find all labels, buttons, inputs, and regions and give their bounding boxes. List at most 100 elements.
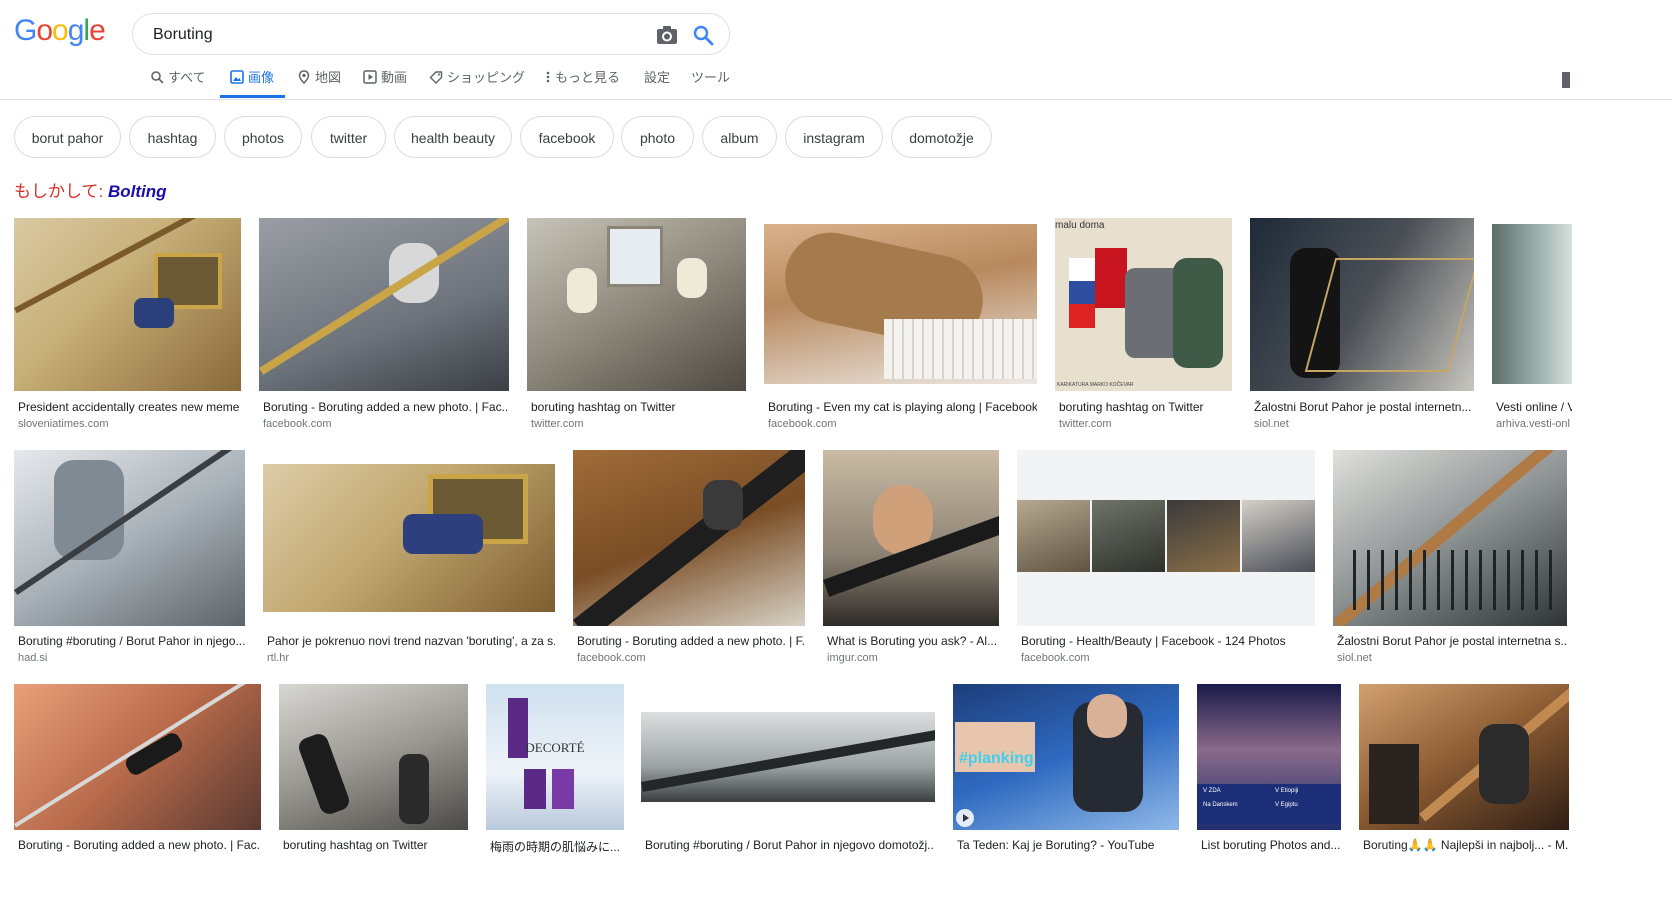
chip[interactable]: photo: [621, 116, 694, 158]
result-source: facebook.com: [768, 418, 837, 430]
tab-shopping[interactable]: ショッピング: [429, 64, 525, 98]
logo-letter: o: [52, 14, 69, 47]
apps-icon[interactable]: [1562, 72, 1570, 88]
play-icon[interactable]: [956, 809, 974, 827]
result-thumbnail: #planking: [953, 684, 1179, 830]
chip[interactable]: facebook: [520, 116, 614, 158]
result-thumbnail: [279, 684, 468, 830]
image-result[interactable]: President accidentally creates new meme …: [14, 218, 241, 433]
image-result[interactable]: boruting hashtag on Twitter twitter.com: [527, 218, 746, 433]
search-box: [132, 13, 730, 55]
tab-label: 動画: [381, 70, 408, 85]
tab-label: ツール: [691, 70, 731, 85]
result-title: Pahor je pokrenuo novi trend nazvan 'bor…: [267, 634, 555, 648]
google-logo[interactable]: Google: [14, 14, 106, 48]
image-result[interactable]: Boruting - Health/Beauty | Facebook - 12…: [1017, 450, 1315, 668]
result-thumbnail: [1333, 450, 1567, 626]
result-thumbnail: [573, 450, 805, 626]
result-title: Vesti online / V: [1496, 400, 1572, 414]
image-result[interactable]: Boruting #boruting / Borut Pahor in njeg…: [641, 684, 935, 860]
result-title: 梅雨の時期の肌悩みに...: [490, 840, 621, 854]
result-source: arhiva.vesti-onl: [1496, 418, 1570, 430]
chip[interactable]: health beauty: [394, 116, 512, 158]
image-result[interactable]: Žalostni Borut Pahor je postal internetn…: [1333, 450, 1567, 668]
search-input[interactable]: [151, 23, 635, 47]
more-vert-icon: [546, 71, 550, 83]
result-thumbnail: V ZDA V Etiopiji Na Danskem V Egiptu: [1197, 684, 1341, 830]
chip[interactable]: twitter: [311, 116, 386, 158]
tab-label: すべて: [168, 70, 206, 85]
chip[interactable]: borut pahor: [14, 116, 121, 158]
result-thumbnail: [259, 218, 509, 391]
chip[interactable]: album: [702, 116, 777, 158]
tv-line: V Etiopiji: [1275, 788, 1299, 794]
image-result[interactable]: #planking Ta Teden: Kaj je Boruting? - Y…: [953, 684, 1179, 860]
result-title: boruting hashtag on Twitter: [283, 838, 428, 852]
tv-line: Na Danskem: [1203, 802, 1238, 808]
logo-letter: o: [36, 14, 53, 47]
tv-hashtag: #planking: [959, 750, 1034, 767]
tab-tools[interactable]: ツール: [691, 64, 730, 98]
result-thumbnail: [263, 464, 555, 612]
image-result[interactable]: Boruting - Boruting added a new photo. |…: [14, 684, 261, 860]
tab-settings[interactable]: 設定: [644, 64, 670, 98]
result-title: President accidentally creates new meme: [18, 400, 240, 414]
image-result[interactable]: malu doma KARIKATURA MARKO KOČEVAR borut…: [1055, 218, 1232, 433]
result-thumbnail: [764, 224, 1037, 384]
tab-maps[interactable]: 地図: [297, 64, 341, 98]
image-result[interactable]: Žalostni Borut Pahor je postal internetn…: [1250, 218, 1474, 433]
chip[interactable]: instagram: [785, 116, 883, 158]
image-result[interactable]: V ZDA V Etiopiji Na Danskem V Egiptu Lis…: [1197, 684, 1341, 860]
result-title: What is Boruting you ask? - Al...: [827, 634, 998, 648]
logo-letter: g: [67, 14, 85, 47]
map-pin-icon: [298, 70, 310, 84]
result-thumbnail: DECORTÉ: [486, 684, 624, 830]
result-thumbnail: [527, 218, 746, 391]
image-icon: [230, 70, 244, 84]
image-result[interactable]: Boruting🙏🙏 Najlepši in najbolj... - M...: [1359, 684, 1569, 860]
tab-label: ショッピング: [447, 70, 526, 85]
image-result[interactable]: Boruting - Boruting added a new photo. |…: [259, 218, 509, 433]
image-result[interactable]: What is Boruting you ask? - Al... imgur.…: [823, 450, 999, 668]
image-result[interactable]: Boruting - Boruting added a new photo. |…: [573, 450, 805, 668]
image-result[interactable]: boruting hashtag on Twitter: [279, 684, 468, 860]
tab-label: 設定: [644, 70, 671, 85]
result-source: imgur.com: [827, 652, 878, 664]
result-title: Boruting - Boruting added a new photo. |…: [18, 838, 261, 852]
result-title: Boruting - Health/Beauty | Facebook - 12…: [1021, 634, 1286, 648]
result-thumbnail: [1250, 218, 1474, 391]
image-result[interactable]: Boruting - Even my cat is playing along …: [764, 218, 1037, 433]
result-source: siol.net: [1337, 652, 1372, 664]
tv-line: V Egiptu: [1275, 802, 1298, 808]
search-icon[interactable]: [691, 23, 715, 47]
image-result[interactable]: Boruting #boruting / Borut Pahor in njeg…: [14, 450, 245, 668]
tab-images[interactable]: 画像: [220, 64, 285, 98]
result-title: boruting hashtag on Twitter: [1059, 400, 1204, 414]
result-title: List boruting Photos and...: [1201, 838, 1341, 852]
did-you-mean-link[interactable]: Bolting: [108, 182, 167, 201]
result-thumbnail: [641, 712, 935, 802]
did-you-mean-prefix: もしかして:: [14, 182, 104, 201]
tab-more[interactable]: もっと見る: [545, 64, 620, 98]
chip[interactable]: hashtag: [129, 116, 216, 158]
result-thumbnail: [1017, 450, 1315, 626]
tab-videos[interactable]: 動画: [363, 64, 407, 98]
image-result[interactable]: Pahor je pokrenuo novi trend nazvan 'bor…: [263, 450, 555, 668]
result-source: twitter.com: [1059, 418, 1112, 430]
result-title: Boruting - Even my cat is playing along …: [768, 400, 1037, 414]
chip[interactable]: photos: [224, 116, 302, 158]
chip[interactable]: domotožje: [891, 116, 992, 158]
image-result[interactable]: DECORTÉ 梅雨の時期の肌悩みに...: [486, 684, 624, 860]
logo-letter: G: [14, 14, 37, 47]
image-result[interactable]: Vesti online / V arhiva.vesti-onl: [1492, 218, 1572, 433]
result-source: twitter.com: [531, 418, 584, 430]
result-title: Boruting - Boruting added a new photo. |…: [263, 400, 509, 414]
tab-all[interactable]: すべて: [150, 64, 206, 98]
header-divider: [0, 99, 1672, 100]
result-title: Boruting - Boruting added a new photo. |…: [577, 634, 805, 648]
result-source: facebook.com: [1021, 652, 1090, 664]
result-title: Boruting #boruting / Borut Pahor in njeg…: [18, 634, 245, 648]
camera-icon[interactable]: [655, 24, 679, 46]
tab-label: もっと見る: [555, 70, 621, 85]
tv-line: V ZDA: [1203, 788, 1221, 794]
